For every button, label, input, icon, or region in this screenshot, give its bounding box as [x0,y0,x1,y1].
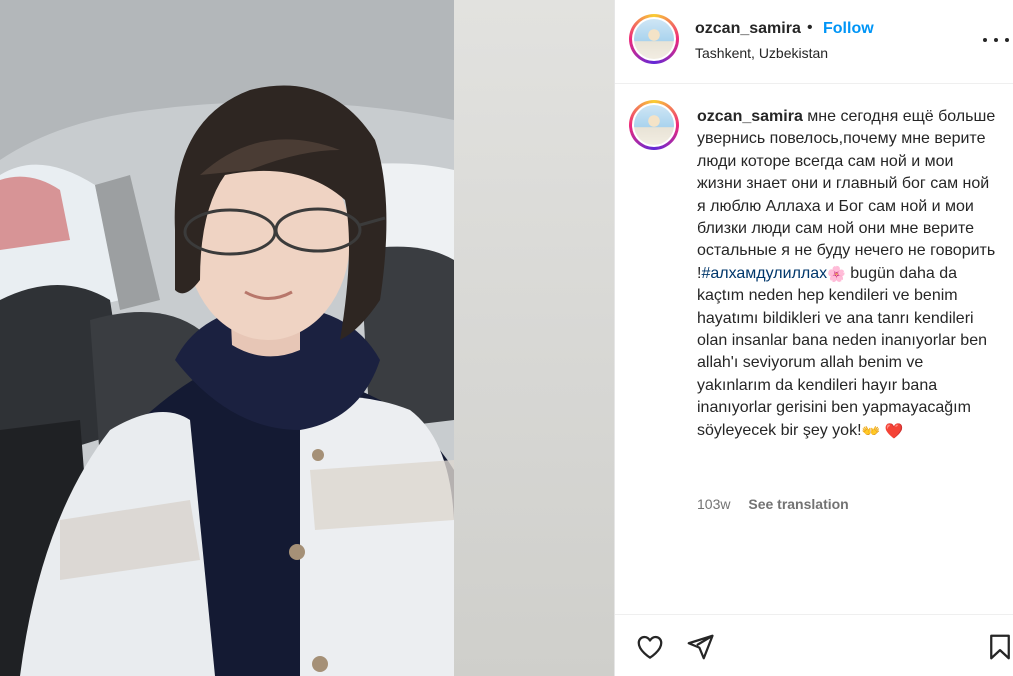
post-photo[interactable] [0,0,454,676]
caption-body-ru: мне сегодня ещё больше увернись повелось… [697,108,996,282]
bookmark-outline-icon [990,634,1010,660]
caption-section: ozcan_samira мне сегодня ещё больше увер… [615,84,1013,614]
open-hands-emoji: 👐 [861,422,881,440]
caption-body-tr: bugün daha da kaçtım neden hep kendileri… [697,264,987,439]
caption-meta: 103w See translation [697,496,849,512]
caption-text: ozcan_samira мне сегодня ещё больше увер… [697,106,997,442]
save-button[interactable] [985,632,1013,662]
like-button[interactable] [635,632,665,662]
separator-dot: • [807,19,813,36]
action-bar [615,614,1013,676]
caption-username-link[interactable]: ozcan_samira [697,108,803,125]
heart-emoji: ❤️ [884,422,904,440]
post-side-panel: ozcan_samira • Follow Tashkent, Uzbekist… [615,0,1013,676]
location-link[interactable]: Tashkent, Uzbekistan [695,45,828,61]
hashtag-link[interactable]: #алхамдулиллах [701,265,827,282]
post-media[interactable] [0,0,614,676]
photo-background-blur [454,0,614,676]
see-translation-button[interactable]: See translation [748,496,848,512]
paper-plane-icon [687,634,714,660]
username-link[interactable]: ozcan_samira [695,20,801,38]
more-options-button[interactable] [983,30,1009,50]
flower-emoji: 🌸 [827,265,846,283]
ellipsis-icon [983,38,987,42]
caption-avatar[interactable] [629,100,679,150]
selfie-illustration [0,0,454,676]
share-button[interactable] [685,632,715,662]
avatar[interactable] [629,14,679,64]
follow-button[interactable]: Follow [823,20,874,38]
post-header: ozcan_samira • Follow Tashkent, Uzbekist… [615,0,1013,84]
post-timestamp[interactable]: 103w [697,496,730,512]
heart-outline-icon [637,635,663,659]
